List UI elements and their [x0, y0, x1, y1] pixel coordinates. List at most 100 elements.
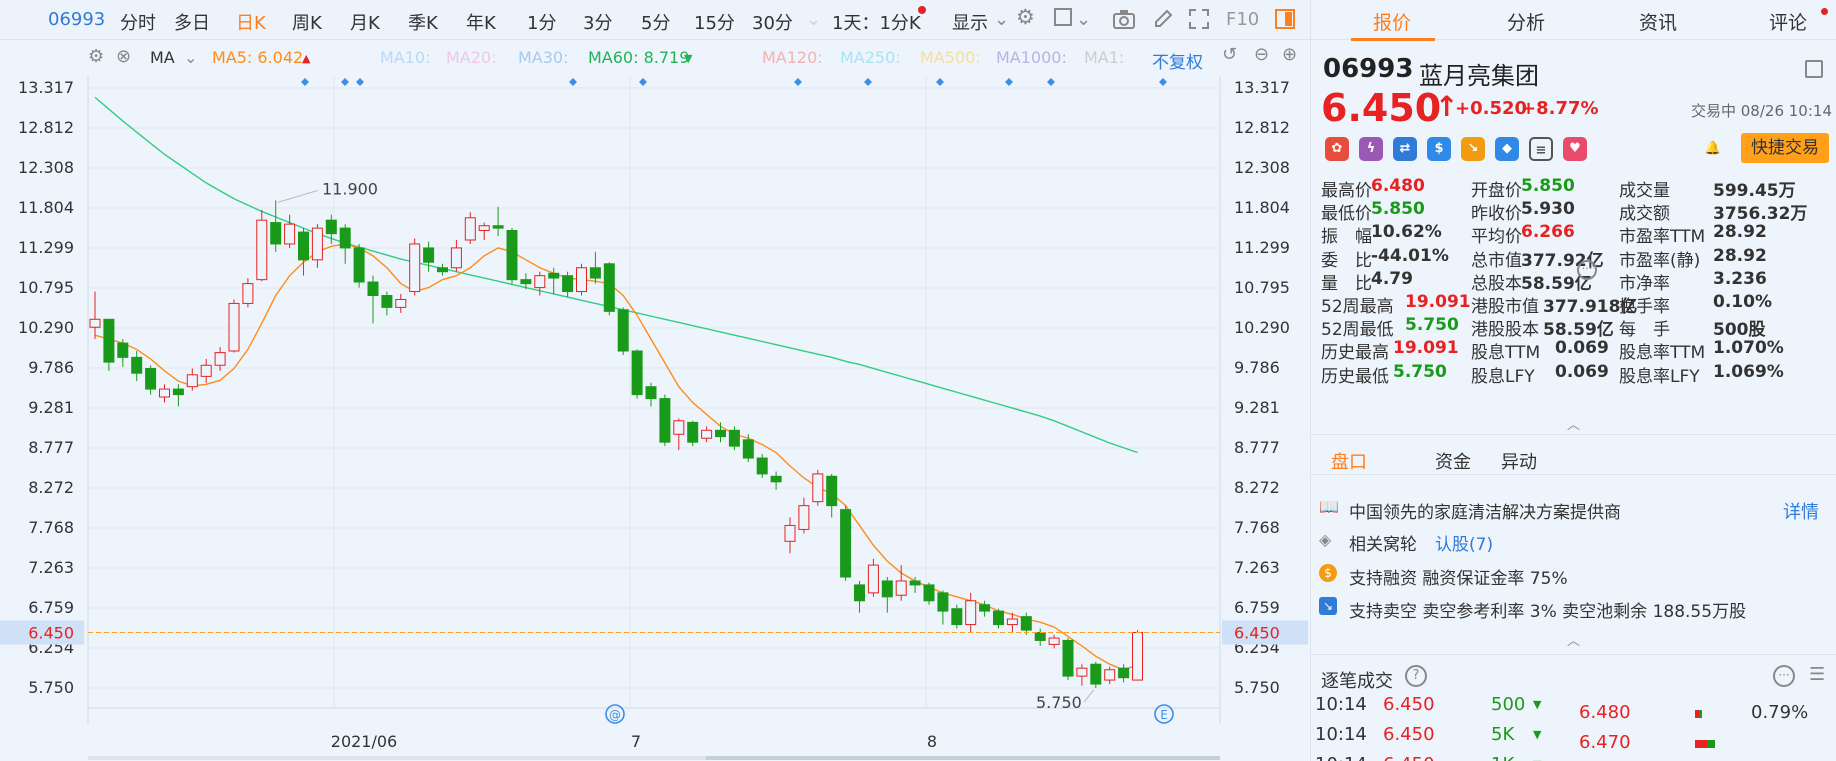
more-icon[interactable]: ···	[1577, 260, 1597, 280]
collapse-icon[interactable]: ︿	[1567, 630, 1580, 649]
tab-capital[interactable]: 资金	[1435, 448, 1471, 474]
candle-down[interactable]	[631, 350, 643, 396]
candle-down[interactable]	[172, 388, 184, 396]
candle-down[interactable]	[715, 429, 726, 438]
candle-down[interactable]	[103, 318, 115, 363]
candle-down[interactable]	[993, 610, 1004, 626]
candle-up[interactable]	[1104, 669, 1116, 681]
ma-label[interactable]: MA	[150, 48, 175, 67]
candle-down[interactable]	[979, 604, 991, 612]
candle-up[interactable]	[228, 302, 240, 352]
gear-icon[interactable]: ⚙	[1016, 5, 1035, 29]
candle-up[interactable]	[867, 564, 879, 594]
chevron-down-icon[interactable]: ⌄	[184, 48, 197, 67]
more-icon[interactable]: ···	[1773, 665, 1795, 687]
fullscreen-icon[interactable]	[1188, 8, 1210, 35]
candle-down[interactable]	[339, 227, 351, 249]
candle-up[interactable]	[895, 580, 907, 596]
candle-down[interactable]	[298, 231, 309, 261]
candle-down[interactable]	[617, 309, 629, 352]
candle-up[interactable]	[186, 374, 198, 388]
candle-down[interactable]	[1034, 631, 1046, 641]
candle-up[interactable]	[812, 473, 824, 503]
tab-orderbook[interactable]: 盘口	[1331, 448, 1367, 474]
candle-up[interactable]	[965, 600, 977, 626]
list-icon[interactable]: ☰	[1809, 664, 1825, 685]
panel-toggle-icon[interactable]	[1274, 8, 1296, 35]
candle-down[interactable]	[728, 429, 740, 447]
candle-down[interactable]	[756, 457, 768, 475]
candle-up[interactable]	[478, 225, 490, 231]
scrollbar-thumb[interactable]	[706, 756, 1220, 760]
candle-down[interactable]	[645, 386, 657, 400]
note-icon[interactable]: ≡	[1529, 137, 1553, 161]
candle-down[interactable]	[659, 398, 671, 443]
candle-up[interactable]	[311, 227, 323, 261]
candle-down[interactable]	[437, 267, 448, 273]
warrants-link[interactable]: 认股(7)	[1435, 530, 1493, 555]
candle-down[interactable]	[854, 584, 865, 602]
candle-down[interactable]	[367, 281, 379, 297]
candle-down[interactable]	[492, 225, 504, 229]
tab-comments[interactable]: 评论	[1769, 8, 1807, 35]
candle-down[interactable]	[951, 608, 963, 626]
kline-chart[interactable]: 13.317 13.317 12.812 12.812 12.308 12.308 11.8…	[0, 76, 1310, 761]
dollar-icon[interactable]: $	[1427, 137, 1451, 161]
candle-up[interactable]	[395, 298, 407, 308]
candle-up[interactable]	[409, 243, 421, 293]
tab-3min[interactable]: 3分	[583, 9, 612, 35]
candle-up[interactable]	[1076, 667, 1088, 677]
tab-1min[interactable]: 1分	[527, 9, 556, 35]
zoom-out-icon[interactable]: ⊖	[1254, 44, 1269, 65]
candle-down[interactable]	[589, 267, 601, 279]
shuffle-icon[interactable]: ⇄	[1393, 137, 1417, 161]
tab-daily-k[interactable]: 日K	[236, 9, 266, 35]
candle-up[interactable]	[701, 429, 713, 439]
candle-down[interactable]	[520, 279, 532, 285]
candle-down[interactable]	[840, 509, 852, 578]
chevron-down-icon[interactable]: ⌄	[1076, 9, 1091, 30]
tab-weekly-k[interactable]: 周K	[292, 9, 322, 35]
candle-down[interactable]	[548, 272, 560, 279]
bell-icon[interactable]: 🔔	[1701, 137, 1725, 161]
camera-icon[interactable]	[1112, 8, 1136, 35]
candle-down[interactable]	[381, 295, 393, 308]
chevron-down-icon[interactable]: ⌄	[994, 9, 1009, 30]
candle-down[interactable]	[881, 580, 893, 598]
candle-up[interactable]	[576, 267, 587, 293]
help-icon[interactable]: ?	[1405, 665, 1427, 687]
tab-analysis[interactable]: 分析	[1507, 8, 1545, 35]
candle-up[interactable]	[89, 318, 101, 328]
sidebar-toggle-icon[interactable]	[1805, 60, 1823, 78]
collapse-icon[interactable]: ︿	[1567, 414, 1580, 433]
candle-down[interactable]	[1118, 667, 1130, 679]
quick-trade-button[interactable]: 快捷交易	[1741, 133, 1829, 163]
candle-down[interactable]	[923, 584, 935, 602]
tab-duori[interactable]: 多日	[174, 9, 210, 35]
candle-up[interactable]	[534, 275, 546, 289]
candle-down[interactable]	[687, 421, 699, 443]
candle-up[interactable]	[1006, 618, 1018, 626]
candle-down[interactable]	[770, 475, 782, 483]
candle-down[interactable]	[325, 219, 337, 235]
tab-monthly-k[interactable]: 月K	[350, 9, 380, 35]
details-link[interactable]: 详情	[1783, 498, 1819, 524]
candle-up[interactable]	[214, 352, 226, 366]
candle-up[interactable]	[673, 420, 685, 435]
tab-yearly-k[interactable]: 年K	[466, 9, 496, 35]
candle-down[interactable]	[270, 222, 282, 245]
candle-up[interactable]	[284, 223, 296, 245]
tab-fenshi[interactable]: 分时	[120, 9, 156, 35]
candle-up[interactable]	[784, 524, 796, 542]
display-menu[interactable]: 显示	[952, 9, 988, 35]
period-select[interactable]: 1天：1分K	[832, 9, 921, 35]
candle-down[interactable]	[1090, 663, 1102, 685]
short-sell-icon[interactable]: ↘	[1461, 137, 1485, 161]
tab-news[interactable]: 资讯	[1639, 8, 1677, 35]
candle-up[interactable]	[256, 219, 268, 281]
candle-up[interactable]	[200, 364, 212, 377]
tab-15min[interactable]: 15分	[694, 9, 735, 35]
candle-down[interactable]	[145, 367, 157, 390]
candle-down[interactable]	[562, 275, 574, 293]
candle-down[interactable]	[603, 263, 615, 312]
